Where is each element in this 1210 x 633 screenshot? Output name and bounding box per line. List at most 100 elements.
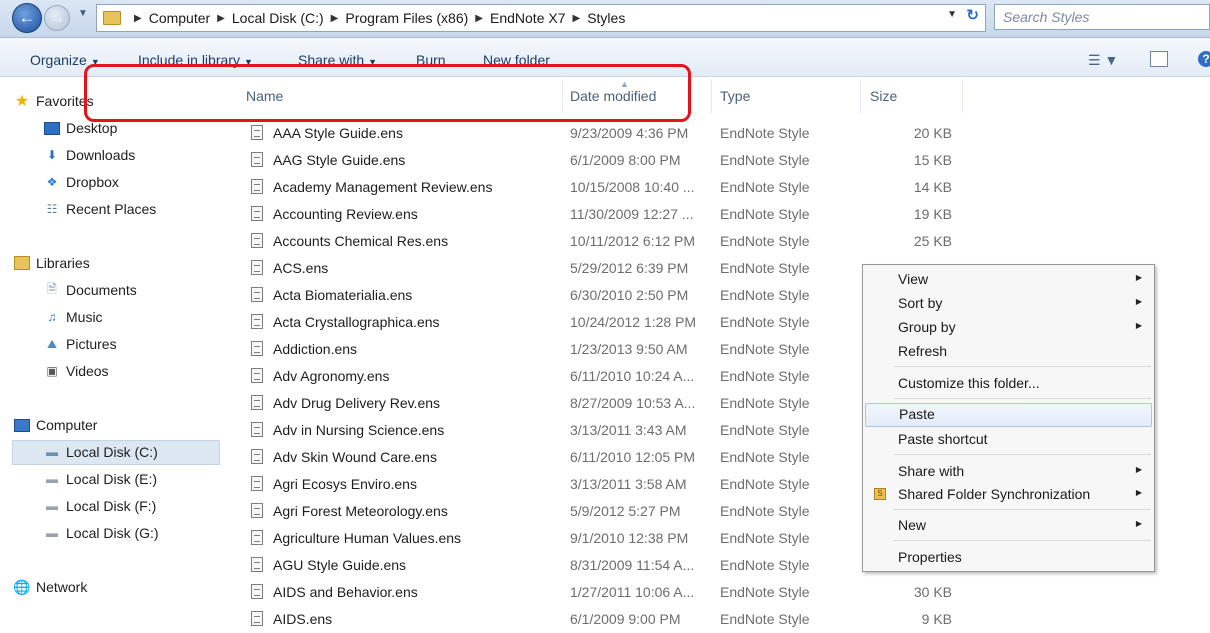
breadcrumb-program-files[interactable]: Program Files (x86) xyxy=(345,10,468,26)
recent-pages-dropdown[interactable]: ▼ xyxy=(78,8,88,19)
file-type: EndNote Style xyxy=(720,503,810,519)
endnote-style-file-icon xyxy=(251,260,263,275)
nav-computer[interactable]: Computer xyxy=(14,414,97,436)
file-date: 3/13/2011 3:43 AM xyxy=(570,422,687,438)
submenu-arrow-icon: ▶ xyxy=(1135,488,1142,497)
change-view-icon[interactable]: ☰ ▼ xyxy=(1088,52,1118,69)
file-type: EndNote Style xyxy=(720,260,810,276)
column-size[interactable]: Size xyxy=(870,88,897,104)
file-name: AIDS and Behavior.ens xyxy=(273,584,418,600)
videos-icon: ▣ xyxy=(46,364,58,378)
endnote-style-file-icon xyxy=(251,179,263,194)
file-date: 10/15/2008 10:40 ... xyxy=(570,179,695,195)
menu-item-customize-folder[interactable]: Customize this folder... xyxy=(863,372,1154,394)
file-name: Accounts Chemical Res.ens xyxy=(273,233,449,249)
file-name: Addiction.ens xyxy=(273,341,358,357)
file-row[interactable]: Academy Management Review.ens 10/15/2008… xyxy=(222,174,982,201)
breadcrumb-endnote[interactable]: EndNote X7 xyxy=(490,10,566,26)
menu-separator xyxy=(893,509,1151,510)
nav-music[interactable]: ♫ Music xyxy=(48,306,103,328)
menu-item-paste-shortcut[interactable]: Paste shortcut xyxy=(863,428,1154,450)
file-date: 8/27/2009 10:53 A... xyxy=(570,395,696,411)
file-row[interactable]: AAA Style Guide.ens 9/23/2009 4:36 PM En… xyxy=(222,120,982,147)
nav-videos[interactable]: ▣ Videos xyxy=(46,360,108,382)
file-row[interactable]: Accounting Review.ens 11/30/2009 12:27 .… xyxy=(222,201,982,228)
nav-downloads[interactable]: ⬇ Downloads xyxy=(47,144,135,166)
menu-item-paste[interactable]: Paste xyxy=(865,403,1152,427)
menu-label: Paste shortcut xyxy=(898,431,988,447)
file-row[interactable]: AIDS and Behavior.ens 1/27/2011 10:06 A.… xyxy=(222,579,982,606)
context-menu: View ▶ Sort by ▶ Group by ▶ Refresh Cust… xyxy=(862,264,1155,572)
chevron-right-icon[interactable]: ▶ xyxy=(573,13,581,24)
nav-local-disk-e[interactable]: ▬ Local Disk (E:) xyxy=(46,468,157,490)
chevron-right-icon[interactable]: ▶ xyxy=(475,13,483,24)
nav-label: Music xyxy=(66,309,103,325)
forward-button[interactable]: → xyxy=(44,5,70,31)
file-date: 3/13/2011 3:58 AM xyxy=(570,476,687,492)
address-history-dropdown-icon[interactable]: ▼ xyxy=(947,9,957,20)
nav-recent-places[interactable]: ☷ Recent Places xyxy=(47,198,157,220)
file-date: 6/1/2009 9:00 PM xyxy=(570,611,681,627)
file-type: EndNote Style xyxy=(720,341,810,357)
column-divider[interactable] xyxy=(860,79,861,113)
submenu-arrow-icon: ▶ xyxy=(1135,297,1142,306)
nav-local-disk-g[interactable]: ▬ Local Disk (G:) xyxy=(46,522,159,544)
menu-item-properties[interactable]: Properties xyxy=(863,546,1154,568)
menu-item-sort-by[interactable]: Sort by ▶ xyxy=(863,292,1154,314)
file-date: 10/24/2012 1:28 PM xyxy=(570,314,697,330)
file-name: Academy Management Review.ens xyxy=(273,179,493,195)
shared-sync-icon: S xyxy=(874,488,886,500)
file-type: EndNote Style xyxy=(720,368,810,384)
menu-item-shared-folder-sync[interactable]: S Shared Folder Synchronization ▶ xyxy=(863,483,1154,505)
recent-places-icon: ☷ xyxy=(46,202,58,216)
file-row[interactable]: Accounts Chemical Res.ens 10/11/2012 6:1… xyxy=(222,228,982,255)
endnote-style-file-icon xyxy=(251,395,263,410)
address-bar[interactable]: ▶ Computer ▶ Local Disk (C:) ▶ Program F… xyxy=(96,4,986,32)
nav-network[interactable]: 🌐 Network xyxy=(13,576,87,598)
annotation-highlight-box xyxy=(84,64,691,122)
help-icon[interactable]: ? xyxy=(1198,51,1210,67)
file-row[interactable]: AAG Style Guide.ens 6/1/2009 8:00 PM End… xyxy=(222,147,982,174)
file-date: 10/11/2012 6:12 PM xyxy=(570,233,696,249)
menu-label: Sort by xyxy=(898,295,943,311)
file-name: AAG Style Guide.ens xyxy=(273,152,406,168)
menu-item-refresh[interactable]: Refresh xyxy=(863,340,1154,362)
nav-label: Local Disk (F:) xyxy=(66,498,157,514)
nav-libraries[interactable]: Libraries xyxy=(14,252,90,274)
column-type[interactable]: Type xyxy=(720,88,750,104)
music-icon: ♫ xyxy=(47,310,57,324)
back-button[interactable]: ← xyxy=(12,3,42,33)
menu-item-group-by[interactable]: Group by ▶ xyxy=(863,316,1154,338)
file-name: Acta Crystallographica.ens xyxy=(273,314,440,330)
menu-separator xyxy=(893,540,1151,541)
column-divider[interactable] xyxy=(962,79,963,113)
file-name: AIDS.ens xyxy=(273,611,333,627)
nav-documents[interactable]: 🗎 Documents xyxy=(47,279,137,301)
chevron-right-icon[interactable]: ▶ xyxy=(217,13,225,24)
file-date: 8/31/2009 11:54 A... xyxy=(570,557,695,573)
search-input[interactable]: Search Styles xyxy=(994,4,1210,30)
file-size: 19 KB xyxy=(913,206,952,222)
menu-label: New xyxy=(898,517,927,533)
endnote-style-file-icon xyxy=(251,206,263,221)
breadcrumb-styles[interactable]: Styles xyxy=(587,10,625,26)
nav-local-disk-f[interactable]: ▬ Local Disk (F:) xyxy=(46,495,157,517)
menu-label: Group by xyxy=(898,319,956,335)
menu-item-view[interactable]: View ▶ xyxy=(863,268,1154,290)
file-type: EndNote Style xyxy=(720,125,810,141)
menu-item-share-with[interactable]: Share with ▶ xyxy=(863,460,1154,482)
breadcrumb-computer[interactable]: Computer xyxy=(149,10,210,26)
breadcrumb-local-disk-c[interactable]: Local Disk (C:) xyxy=(232,10,324,26)
preview-pane-icon[interactable] xyxy=(1150,51,1168,67)
chevron-right-icon[interactable]: ▶ xyxy=(331,13,339,24)
endnote-style-file-icon xyxy=(251,287,263,302)
libraries-icon xyxy=(14,256,30,270)
column-divider[interactable] xyxy=(711,79,712,113)
nav-dropbox[interactable]: ❖ Dropbox xyxy=(47,171,119,193)
menu-item-new[interactable]: New ▶ xyxy=(863,514,1154,536)
nav-pictures[interactable]: ⛰ Pictures xyxy=(47,333,117,355)
refresh-icon[interactable]: ↻ xyxy=(966,6,979,24)
nav-local-disk-c[interactable]: ▬ Local Disk (C:) xyxy=(46,441,158,463)
network-icon: 🌐 xyxy=(13,578,31,595)
file-row[interactable]: AIDS.ens 6/1/2009 9:00 PM EndNote Style … xyxy=(222,606,982,633)
